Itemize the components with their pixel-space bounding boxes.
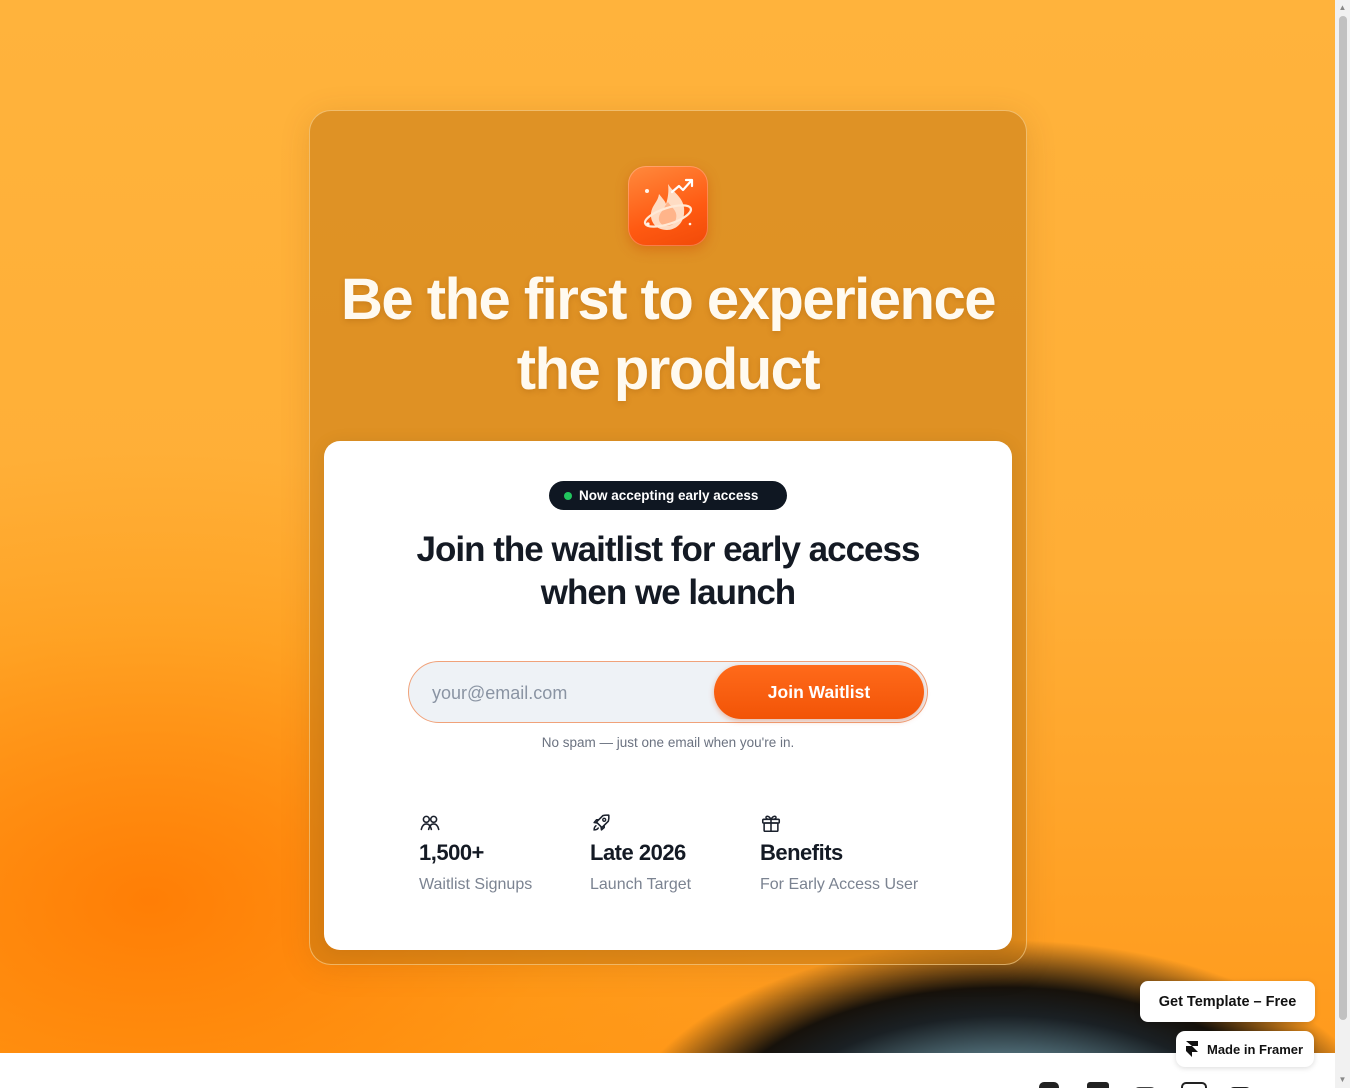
stat-launch: Late 2026 Launch Target [590, 810, 760, 900]
stat-label: For Early Access User [760, 876, 919, 893]
footer-social-icon[interactable] [1087, 1082, 1109, 1088]
footer-social-icon[interactable] [1039, 1082, 1059, 1088]
status-badge-label: Now accepting early access [579, 488, 759, 503]
waitlist-title: Join the waitlist for early access when … [416, 530, 921, 612]
stat-value: 1,500+ [419, 840, 484, 865]
framer-logo-icon [1186, 1041, 1198, 1057]
scrollbar-thumb[interactable] [1339, 16, 1347, 1020]
flame-chart-logo-icon [643, 178, 694, 230]
hero-title: Be the first to experience the product [341, 267, 997, 402]
footer-social-icon[interactable] [1181, 1082, 1207, 1088]
get-template-button[interactable]: Get Template – Free [1140, 981, 1315, 1022]
email-input[interactable] [419, 666, 724, 720]
stat-value: Benefits [760, 840, 843, 865]
stat-value: Late 2026 [590, 840, 686, 865]
footer-strip [0, 1053, 1335, 1088]
gift-icon [761, 815, 781, 833]
app-logo [628, 166, 708, 246]
form-note: No spam — just one email when you're in. [541, 735, 795, 750]
stat-signups: 1,500+ Waitlist Signups [419, 810, 589, 900]
join-waitlist-button[interactable]: Join Waitlist [714, 665, 924, 719]
rocket-icon [593, 814, 610, 831]
scrollbar[interactable]: ▲ ▼ [1335, 0, 1350, 1088]
waitlist-form: Join Waitlist [408, 661, 928, 723]
stat-label: Waitlist Signups [419, 876, 533, 893]
scroll-up-arrow-icon[interactable]: ▲ [1338, 3, 1347, 13]
page: Be the first to experience the product N… [0, 0, 1350, 1088]
made-in-framer-badge[interactable]: Made in Framer [1176, 1031, 1314, 1067]
users-icon [420, 815, 440, 831]
stat-label: Launch Target [590, 876, 692, 893]
status-dot-icon [564, 491, 572, 500]
made-in-framer-label: Made in Framer [1207, 1041, 1304, 1057]
scroll-down-arrow-icon[interactable]: ▼ [1338, 1075, 1347, 1085]
status-badge: Now accepting early access [549, 481, 787, 510]
stat-benefits: Benefits For Early Access User [760, 810, 930, 900]
